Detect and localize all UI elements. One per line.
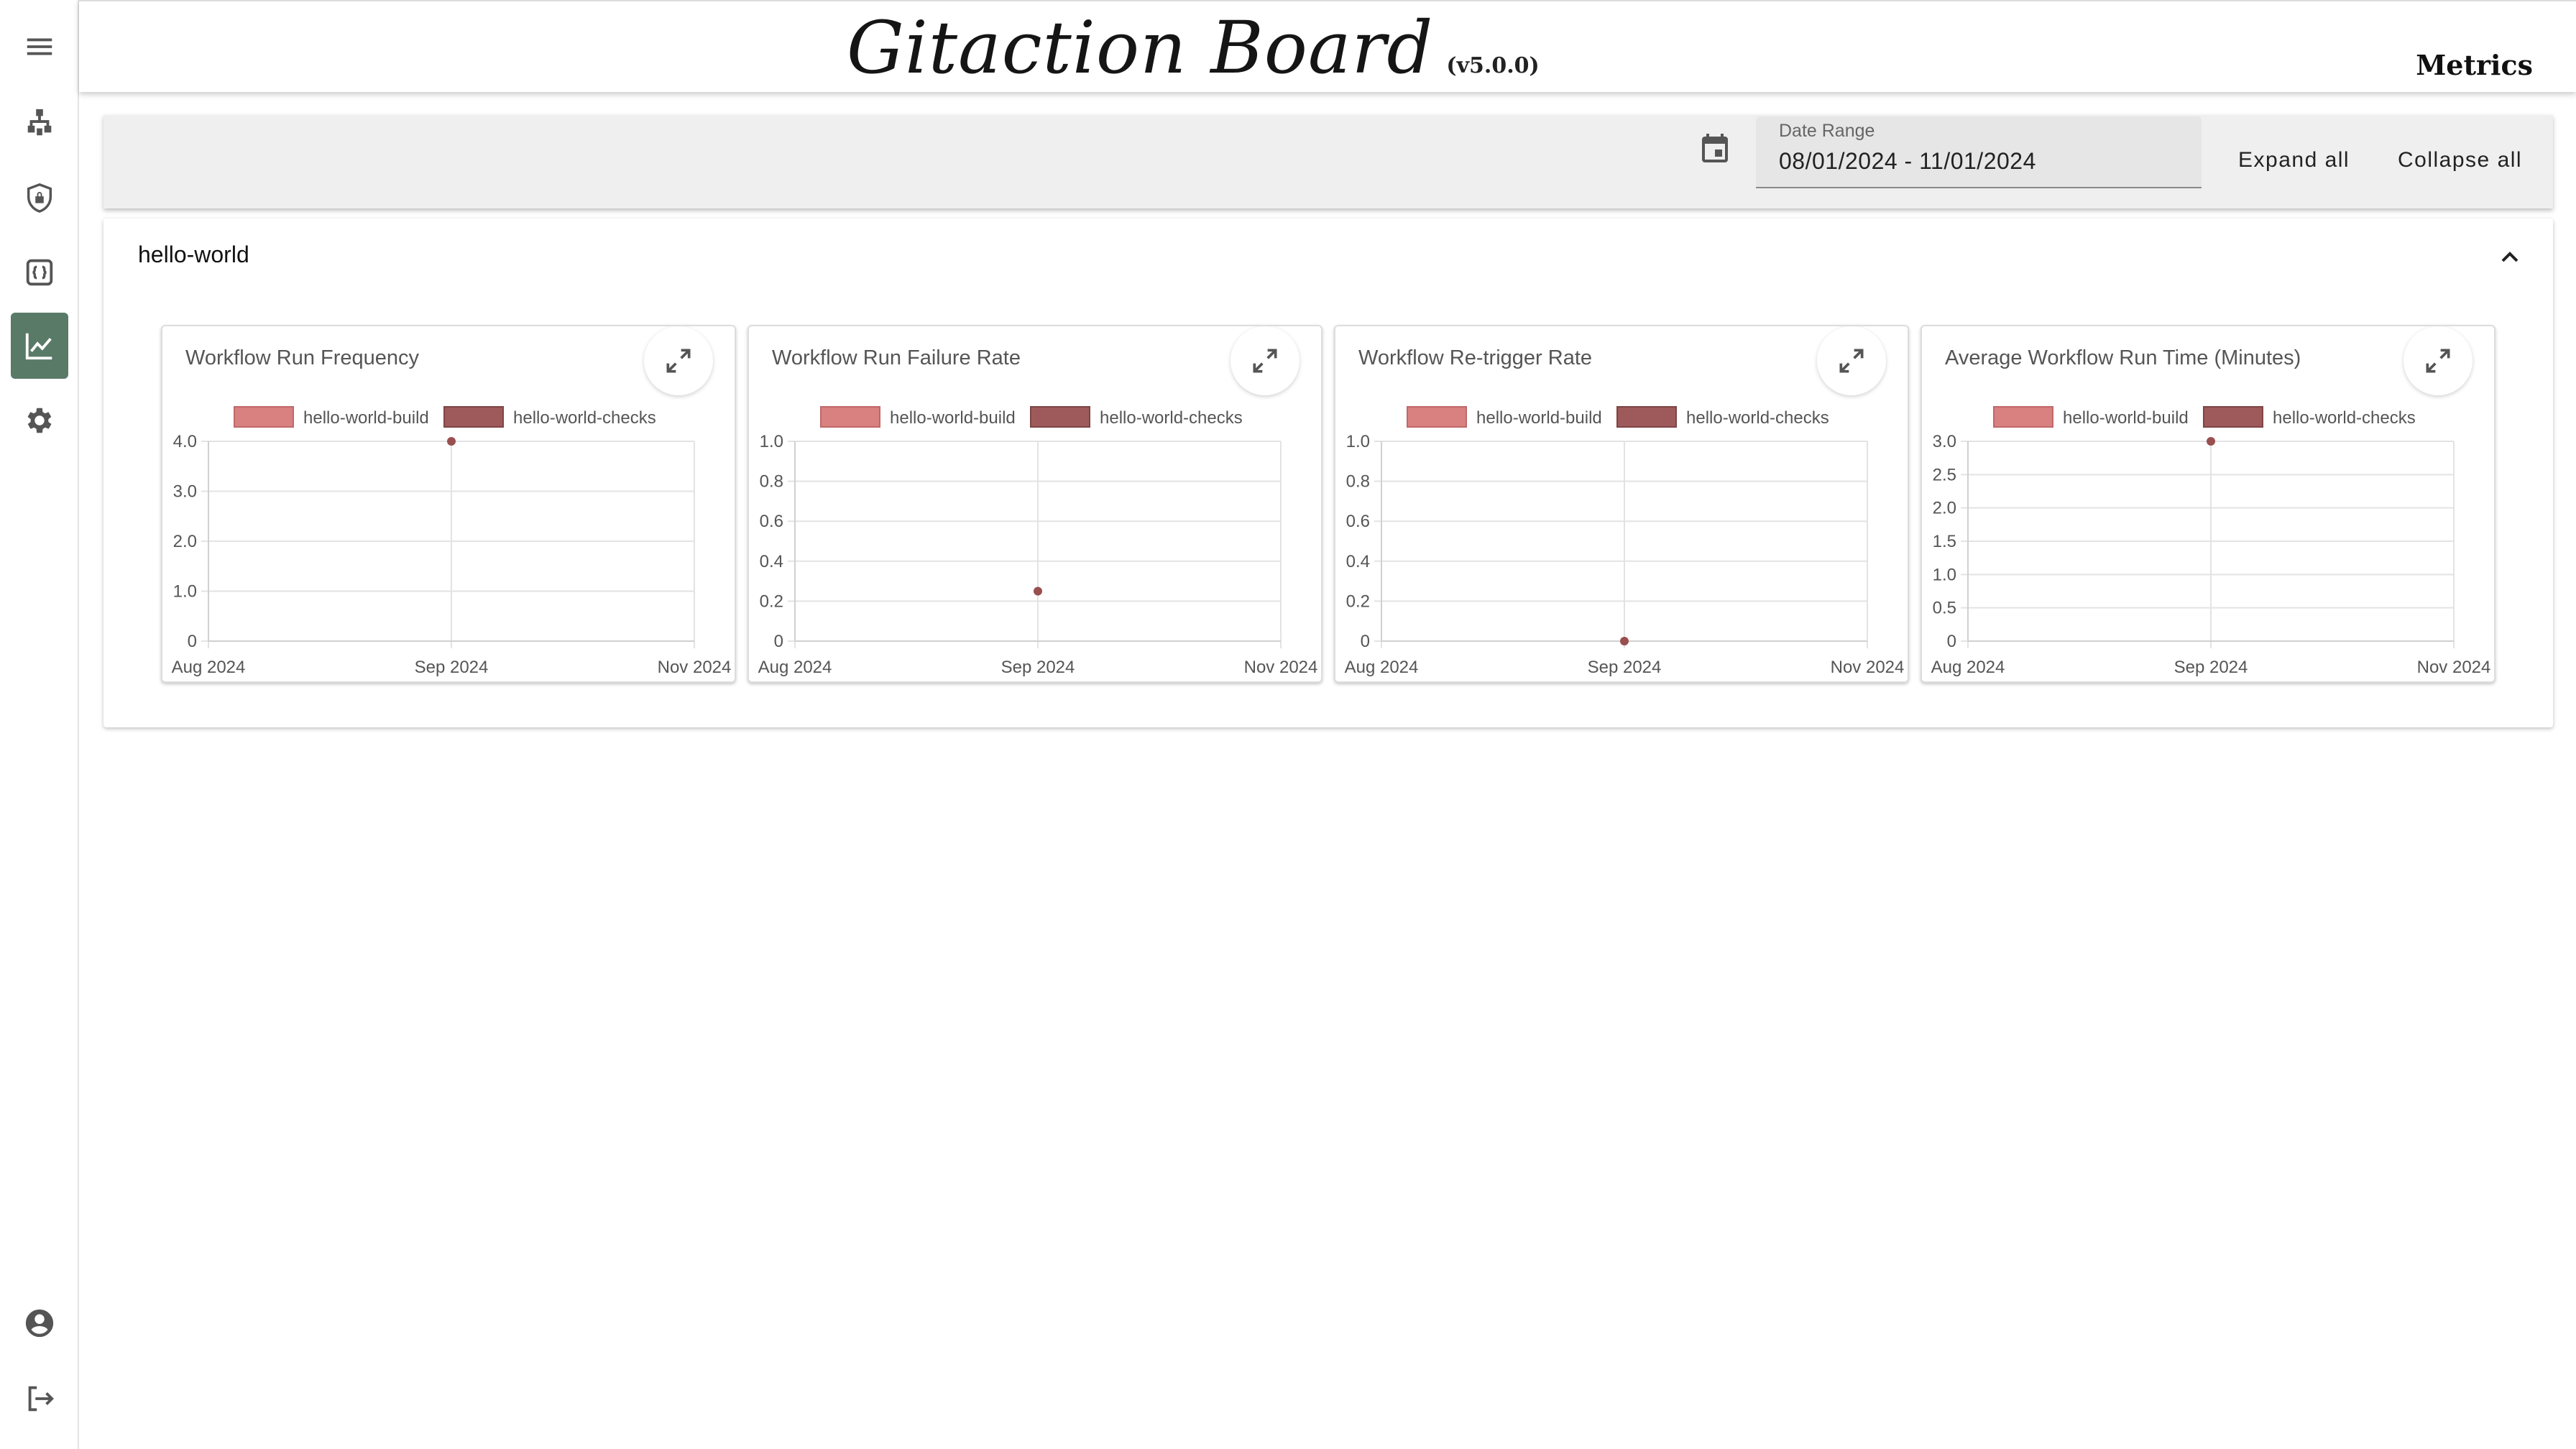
legend-swatch <box>1030 406 1090 428</box>
account-circle-icon <box>25 1309 54 1338</box>
sidebar-item-workflows[interactable] <box>11 90 68 156</box>
data-point <box>1034 586 1042 596</box>
legend-swatch <box>820 406 880 428</box>
legend-label: hello-world-checks <box>1100 408 1243 428</box>
y-tick-label: 0.4 <box>760 552 783 571</box>
app-title: Gitaction Board <box>847 6 1434 90</box>
legend-label: hello-world-checks <box>1686 408 1829 428</box>
chart-card-failure-rate: Workflow Run Failure Rate hello-world-bu… <box>748 325 1322 683</box>
legend-label: hello-world-build <box>2063 408 2189 428</box>
chart-plot: hello-world-build hello-world-checks 0 0.2 0… <box>1345 406 1905 677</box>
y-tick-label: 0.2 <box>760 592 783 611</box>
legend-swatch <box>234 406 294 428</box>
x-tick-label: Aug 2024 <box>1345 658 1419 677</box>
sidebar-item-code[interactable] <box>11 239 68 305</box>
gear-icon <box>27 408 52 433</box>
y-tick-label: 0.6 <box>1346 512 1370 531</box>
calendar-icon[interactable] <box>1698 131 1732 165</box>
chart-plot: hello-world-build hello-world-checks 0 0.2 0… <box>758 406 1318 677</box>
y-tick-label: 0.6 <box>760 512 783 531</box>
y-tick-label: 0 <box>188 632 197 651</box>
x-tick-label: Nov 2024 <box>1831 658 1905 677</box>
chart-card-avg-run-time: Average Workflow Run Time (Minutes) hell… <box>1920 325 2496 683</box>
legend-label: hello-world-build <box>303 408 429 428</box>
y-tick-label: 1.5 <box>1933 532 1956 551</box>
legend-swatch <box>443 406 504 428</box>
legend-swatch <box>1616 406 1677 428</box>
x-tick-label: Aug 2024 <box>172 658 246 677</box>
sidebar-item-metrics[interactable] <box>11 313 68 379</box>
chevron-up-icon[interactable] <box>2496 243 2524 272</box>
sidebar <box>0 0 79 1449</box>
page-title: Metrics <box>2416 49 2533 81</box>
y-tick-label: 1.0 <box>1933 565 1956 584</box>
y-tick-label: 0.8 <box>760 472 783 492</box>
y-tick-label: 4.0 <box>173 432 197 451</box>
y-tick-label: 2.0 <box>1933 499 1956 518</box>
y-tick-label: 0 <box>774 632 783 651</box>
brand: Gitaction Board (v5.0.0) <box>847 6 1540 90</box>
x-tick-label: Sep 2024 <box>415 658 489 677</box>
app-version: (v5.0.0) <box>1446 53 1540 78</box>
y-tick-label: 0.8 <box>1346 472 1370 492</box>
x-tick-label: Aug 2024 <box>758 658 832 677</box>
menu-icon <box>27 38 52 55</box>
y-tick-label: 2.5 <box>1933 465 1956 484</box>
code-braces-icon <box>26 259 53 286</box>
y-tick-label: 0 <box>1361 632 1370 651</box>
x-tick-label: Sep 2024 <box>2174 658 2248 677</box>
date-range-input[interactable]: 08/01/2024 - 11/01/2024 <box>1779 148 2036 175</box>
y-tick-label: 1.0 <box>173 582 197 602</box>
repo-name[interactable]: hello-world <box>138 242 249 268</box>
date-range-field[interactable]: Date Range 08/01/2024 - 11/01/2024 <box>1756 116 2202 188</box>
chart-line-icon <box>25 333 52 360</box>
chart-plot: hello-world-build hello-world-checks 0 0.5 1… <box>1931 406 2491 677</box>
account-button[interactable] <box>11 1290 68 1356</box>
chart-card-run-frequency: Workflow Run Frequency hello-world-build… <box>161 325 736 683</box>
y-tick-label: 1.0 <box>760 432 783 451</box>
x-tick-label: Sep 2024 <box>1588 658 1662 677</box>
app-header: Gitaction Board (v5.0.0) Metrics <box>79 0 2576 92</box>
y-tick-label: 0.2 <box>1346 592 1370 611</box>
legend-swatch <box>1993 406 2053 428</box>
legend-label: hello-world-checks <box>513 408 656 428</box>
data-point <box>2207 437 2215 446</box>
x-tick-label: Aug 2024 <box>1931 658 2005 677</box>
y-tick-label: 3.0 <box>1933 432 1956 451</box>
y-tick-label: 1.0 <box>1346 432 1370 451</box>
data-point <box>447 437 456 446</box>
chart-plot: hello-world-build hello-world-checks 0 1.0 2… <box>172 406 732 677</box>
legend-label: hello-world-checks <box>2273 408 2416 428</box>
expand-all-button[interactable]: Expand all <box>2238 148 2350 172</box>
x-tick-label: Nov 2024 <box>1244 658 1318 677</box>
legend-swatch <box>1407 406 1467 428</box>
y-tick-label: 0 <box>1947 632 1956 651</box>
sidebar-item-settings[interactable] <box>11 387 68 454</box>
repo-accordion: hello-world Workflow Run Frequency hello… <box>104 218 2553 727</box>
y-tick-label: 0.4 <box>1346 552 1370 571</box>
x-tick-label: Sep 2024 <box>1001 658 1075 677</box>
menu-button[interactable] <box>11 14 68 80</box>
y-tick-label: 0.5 <box>1933 599 1956 618</box>
logout-button[interactable] <box>11 1366 68 1432</box>
chart-card-retrigger-rate: Workflow Re-trigger Rate hello-world-bui… <box>1334 325 1909 683</box>
y-tick-label: 2.0 <box>173 532 197 551</box>
sitemap-icon <box>27 109 52 136</box>
filter-toolbar: Date Range 08/01/2024 - 11/01/2024 Expan… <box>104 115 2553 208</box>
sidebar-item-security[interactable] <box>11 165 68 231</box>
x-tick-label: Nov 2024 <box>658 658 732 677</box>
legend-label: hello-world-build <box>890 408 1016 428</box>
logout-icon <box>28 1386 54 1412</box>
y-tick-label: 3.0 <box>173 482 197 502</box>
data-point <box>1620 637 1629 645</box>
legend-label: hello-world-build <box>1476 408 1602 428</box>
date-range-label: Date Range <box>1779 121 1875 141</box>
x-tick-label: Nov 2024 <box>2417 658 2491 677</box>
shield-lock-icon <box>27 183 52 213</box>
collapse-all-button[interactable]: Collapse all <box>2398 148 2522 172</box>
legend-swatch <box>2203 406 2263 428</box>
